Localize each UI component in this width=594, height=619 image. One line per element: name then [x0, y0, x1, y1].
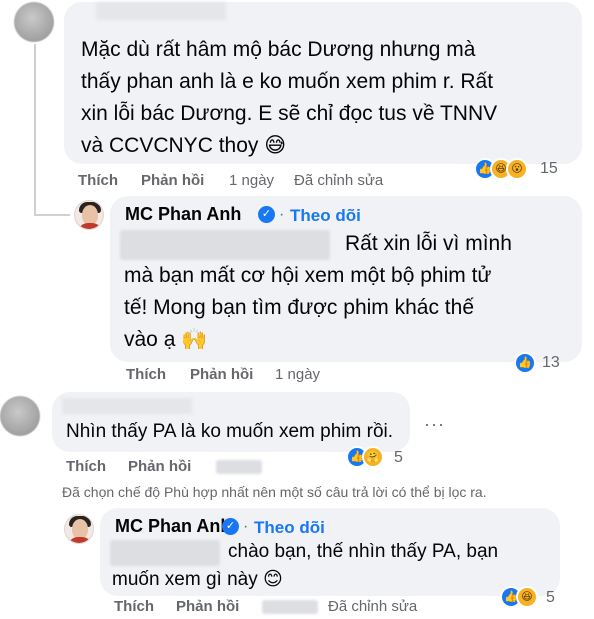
redacted-timestamp [216, 460, 262, 474]
reply-text-line: mà bạn mất cơ hội xem một bộ phim tử [124, 264, 492, 287]
redacted-mention [120, 230, 330, 260]
avatar[interactable] [0, 396, 40, 436]
verified-badge-icon: ✓ [222, 518, 239, 535]
wow-icon: 😮 [506, 158, 528, 180]
like-icon: 👍 [514, 352, 536, 374]
reply-button[interactable]: Phản hồi [141, 172, 204, 189]
comment-text-line: xin lỗi bác Dương. E sẽ chỉ đọc tus về T… [81, 102, 498, 125]
reply-button[interactable]: Phản hồi [128, 458, 191, 475]
follow-button[interactable]: Theo dõi [290, 206, 361, 226]
edited-label[interactable]: Đã chỉnh sửa [294, 172, 383, 189]
thread-line [34, 44, 36, 216]
reply-text-line: chào bạn, thế nhìn thấy PA, bạn [228, 541, 499, 562]
reaction-count: 13 [542, 354, 560, 371]
reply-button[interactable]: Phản hồi [190, 366, 253, 383]
reaction-count: 15 [540, 160, 558, 177]
separator-dot: · [279, 206, 285, 223]
redacted-mention [110, 540, 220, 566]
comment-text: Nhìn thấy PA là ko muốn xem phim rồi. [66, 421, 394, 442]
like-button[interactable]: Thích [66, 458, 106, 475]
reply-text-line: vào ạ 🙌 [124, 328, 208, 351]
avatar[interactable] [74, 200, 104, 230]
timestamp[interactable]: 1 ngày [229, 172, 274, 189]
filter-notice: Đã chọn chế độ Phù hợp nhất nên một số c… [62, 484, 487, 500]
reaction-summary[interactable]: 👍 😆 5 [500, 586, 564, 610]
reply-button[interactable]: Phản hồi [176, 598, 239, 615]
redacted-username [62, 398, 192, 414]
avatar[interactable] [64, 514, 94, 544]
edited-label[interactable]: Đã chỉnh sửa [328, 598, 417, 615]
redacted-timestamp [262, 600, 318, 614]
thread-line [34, 214, 70, 216]
reaction-count: 5 [546, 589, 555, 606]
more-options-icon[interactable]: ··· [424, 414, 445, 435]
haha-icon: 😆 [516, 586, 538, 608]
reply-text-line: muốn xem gì này 😊 [112, 569, 283, 590]
reaction-summary[interactable]: 👍 🤗 5 [346, 446, 410, 470]
reaction-summary[interactable]: 👍 13 [514, 352, 578, 376]
separator-dot: · [243, 518, 249, 535]
like-button[interactable]: Thích [78, 172, 118, 189]
reaction-count: 5 [394, 449, 403, 466]
reply-text-line: Rất xin lỗi vì mình [345, 232, 512, 255]
comment-text-line: Mặc dù rất hâm mộ bác Dương nhưng mà [81, 38, 476, 61]
reply-text-line: tế! Mong bạn tìm được phim khác thế [124, 296, 474, 319]
follow-button[interactable]: Theo dõi [254, 518, 325, 538]
like-button[interactable]: Thích [126, 366, 166, 383]
author-name[interactable]: MC Phan Anh [115, 516, 231, 537]
reaction-summary[interactable]: 👍 😆 😮 15 [474, 158, 574, 182]
care-icon: 🤗 [362, 446, 384, 468]
comment-text-line: thấy phan anh là e ko muốn xem phim r. R… [81, 70, 494, 93]
comment-text-line: và CCVCNYC thoy 😅 [81, 134, 287, 157]
author-name[interactable]: MC Phan Anh [125, 204, 241, 225]
avatar[interactable] [14, 2, 54, 42]
like-button[interactable]: Thích [114, 598, 154, 615]
timestamp[interactable]: 1 ngày [275, 366, 320, 383]
verified-badge-icon: ✓ [258, 206, 275, 223]
redacted-username [96, 2, 226, 20]
